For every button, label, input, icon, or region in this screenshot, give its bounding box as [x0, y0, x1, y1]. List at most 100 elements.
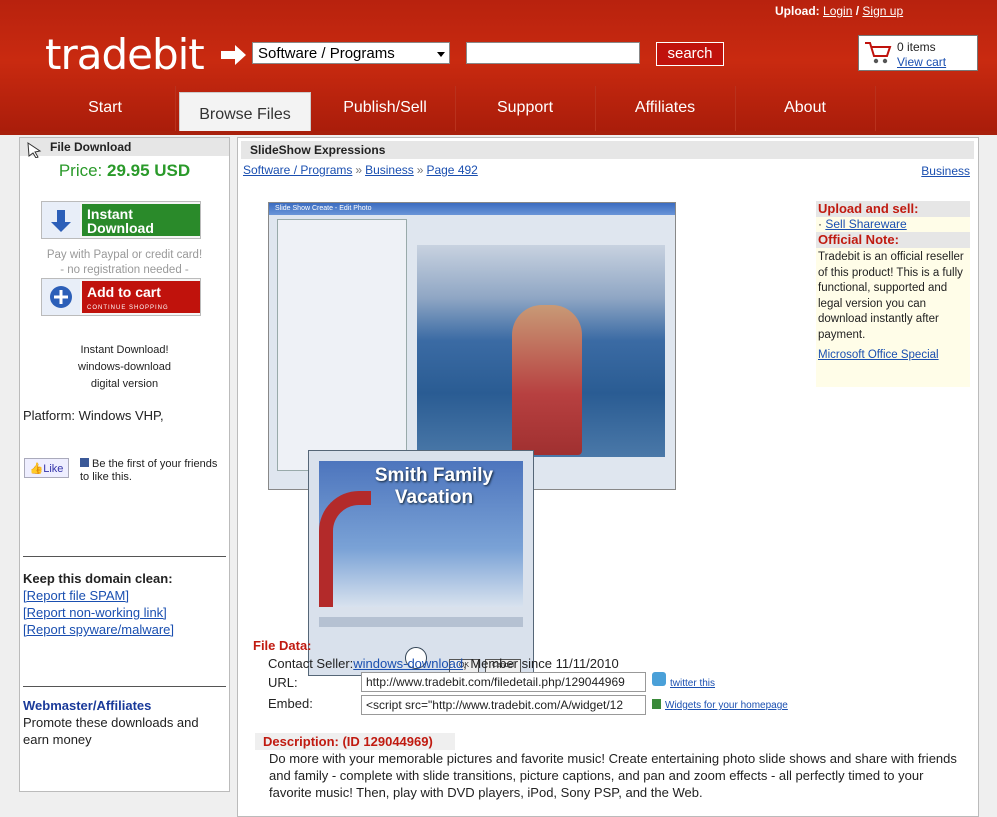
sidebar-header-label: File Download — [50, 140, 132, 154]
instant-info: Instant Download! windows-download digit… — [20, 342, 229, 393]
preview-caption: Smith Family Vacation — [349, 465, 519, 509]
seller-link[interactable]: windows-download — [353, 656, 463, 671]
screenshot-edit-panel — [277, 219, 407, 471]
price-value: 29.95 USD — [107, 161, 191, 180]
add-to-cart-text: Add to cart — [87, 284, 161, 300]
ms-office-link[interactable]: Microsoft Office Special — [818, 349, 939, 361]
facebook-like-label: Be the first of your friends to like thi… — [80, 458, 218, 483]
divider — [23, 556, 226, 557]
description-text: Do more with your memorable pictures and… — [269, 751, 957, 800]
report-section: Keep this domain clean: [Report file SPA… — [23, 570, 174, 638]
description-title: Description: (ID 129044969) — [255, 733, 455, 750]
tab-support[interactable]: Support — [455, 86, 596, 131]
instant-info-line2: windows-download — [78, 361, 171, 373]
tab-start[interactable]: Start — [35, 86, 176, 131]
tab-affiliates[interactable]: Affiliates — [595, 86, 736, 131]
url-label: URL: — [268, 675, 298, 690]
tab-browse-files[interactable]: Browse Files — [179, 92, 311, 132]
category-link[interactable]: Business — [921, 164, 970, 178]
payment-note-line1: Pay with Paypal or credit card! — [46, 249, 203, 261]
report-spyware-link[interactable]: [Report spyware/malware] — [23, 621, 174, 638]
cart-box: 0 items View cart — [858, 35, 978, 71]
product-screenshot: Slide Show Create - Edit Photo — [268, 202, 676, 490]
breadcrumb-page[interactable]: Page 492 — [426, 163, 477, 177]
product-main: SlideShow Expressions Software / Program… — [237, 137, 979, 817]
search-button[interactable]: search — [656, 42, 724, 66]
search-input[interactable] — [466, 42, 640, 64]
report-broken-link[interactable]: [Report non-working link] — [23, 604, 174, 621]
twitter-link[interactable]: twitter this — [670, 678, 715, 689]
facebook-like-text: Be the first of your friends to like thi… — [80, 458, 225, 484]
price-label: Price: — [58, 161, 103, 180]
breadcrumb: Software / Programs» Business» Page 492 — [243, 163, 478, 177]
official-note-title: Official Note: — [816, 232, 970, 248]
payment-note: Pay with Paypal or credit card! - no reg… — [20, 248, 229, 278]
webmaster-section: Webmaster/Affiliates Promote these downl… — [23, 697, 228, 748]
slash-separator: / — [855, 4, 860, 18]
url-field[interactable]: http://www.tradebit.com/filedetail.php/1… — [361, 672, 646, 692]
preview-caption-line2: Vacation — [394, 487, 474, 508]
instant-download-label: Instant Download — [82, 204, 200, 236]
sell-shareware-link[interactable]: Sell Shareware — [825, 217, 906, 231]
official-note-text: Tradebit is an official reseller of this… — [818, 251, 964, 341]
embed-field[interactable]: <script src="http://www.tradebit.com/A/w… — [361, 695, 646, 715]
tab-publish-sell[interactable]: Publish/Sell — [315, 86, 456, 131]
sell-info-box: Upload and sell: · Sell Shareware Offici… — [816, 201, 970, 387]
chevron-down-icon — [437, 52, 445, 57]
webmaster-text: Promote these downloads and earn money — [23, 715, 199, 747]
screenshot-figure — [512, 305, 582, 455]
view-cart-link[interactable]: View cart — [897, 55, 946, 69]
cursor-hand-icon — [27, 142, 42, 158]
download-sidebar: File Download Price: 29.95 USD Instant D… — [19, 137, 230, 792]
add-to-cart-label: Add to cart CONTINUE SHOPPING — [82, 281, 200, 313]
breadcrumb-software[interactable]: Software / Programs — [243, 163, 352, 177]
signup-link[interactable]: Sign up — [862, 4, 903, 18]
instant-info-line3: digital version — [90, 378, 159, 390]
sell-line: · Sell Shareware — [818, 217, 907, 231]
preview-timeline — [319, 617, 523, 627]
download-arrow-icon — [42, 202, 80, 238]
shopping-cart-icon — [865, 42, 892, 64]
payment-note-line2: - no registration needed - — [60, 264, 189, 276]
platform-text: Platform: Windows VHP, — [23, 408, 164, 423]
login-link[interactable]: Login — [823, 4, 852, 18]
price: Price: 29.95 USD — [20, 161, 229, 181]
upload-sell-title: Upload and sell: — [816, 201, 970, 217]
report-section-title: Keep this domain clean: — [23, 571, 173, 586]
thumbs-up-icon: 👍 — [29, 463, 44, 475]
site-header: Upload: Login / Sign up tradebit Softwar… — [0, 0, 997, 135]
arrow-right-icon — [221, 45, 246, 65]
widget-icon — [652, 699, 661, 709]
upload-label: Upload: — [775, 4, 820, 18]
embed-label: Embed: — [268, 696, 313, 711]
cart-count: 0 items — [897, 40, 936, 54]
twitter-icon — [652, 672, 666, 686]
tab-about[interactable]: About — [735, 86, 876, 131]
report-spam-link[interactable]: [Report file SPAM] — [23, 587, 174, 604]
header-divider — [0, 131, 997, 135]
instant-download-button[interactable]: Instant Download — [41, 201, 201, 239]
category-select-value: Software / Programs — [258, 45, 395, 62]
category-select[interactable]: Software / Programs — [252, 42, 450, 64]
sidebar-header: File Download — [20, 138, 229, 158]
tradebit-logo[interactable]: tradebit — [45, 30, 205, 79]
breadcrumb-separator: » — [416, 163, 424, 177]
breadcrumb-business[interactable]: Business — [365, 163, 414, 177]
continue-shopping-text: CONTINUE SHOPPING — [87, 305, 169, 311]
instant-info-line1: Instant Download! — [80, 344, 169, 356]
screenshot-preview-dialog: Smith Family Vacation OK Cancel — [308, 450, 534, 676]
webmaster-title[interactable]: Webmaster/Affiliates — [23, 697, 228, 714]
file-data-title: File Data: — [253, 638, 312, 653]
screenshot-window-title: Slide Show Create - Edit Photo — [269, 203, 675, 215]
main-nav: Start Browse Files Publish/Sell Support … — [0, 86, 997, 132]
product-title: SlideShow Expressions — [241, 141, 974, 159]
plus-circle-icon — [42, 279, 80, 315]
preview-caption-line1: Smith Family — [374, 465, 494, 486]
facebook-like-button[interactable]: 👍Like — [24, 458, 69, 478]
facebook-icon — [80, 458, 89, 467]
add-to-cart-button[interactable]: Add to cart CONTINUE SHOPPING — [41, 278, 201, 316]
seller-label: Contact Seller: — [268, 656, 354, 671]
divider — [23, 686, 226, 687]
upload-bar: Upload: Login / Sign up — [775, 4, 903, 18]
widgets-link[interactable]: Widgets for your homepage — [665, 700, 788, 711]
